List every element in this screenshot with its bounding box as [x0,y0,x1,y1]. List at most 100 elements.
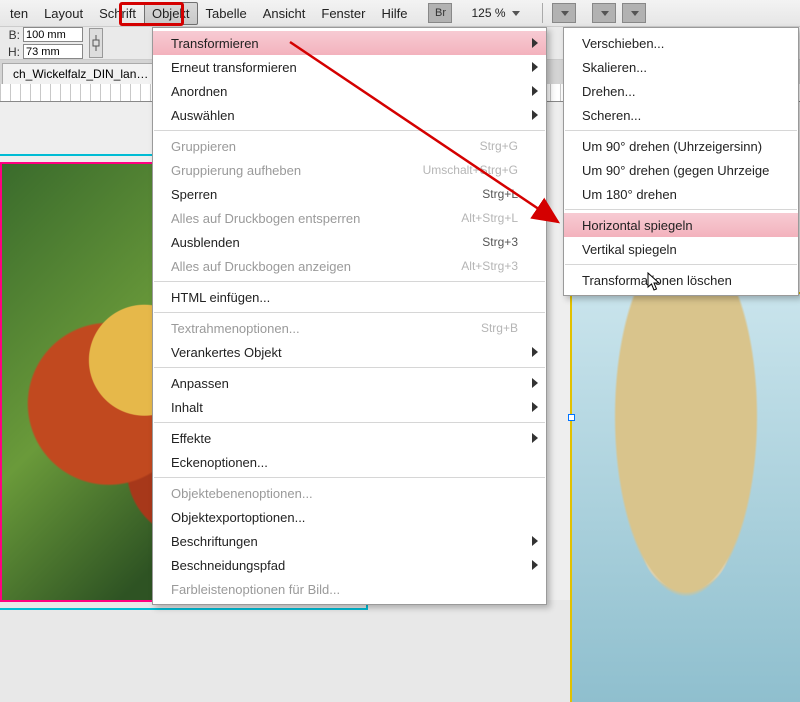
menu-item[interactable]: Skalieren... [564,55,798,79]
menu-item[interactable]: Transformationen löschen [564,268,798,292]
menu-schrift[interactable]: Schrift [91,2,144,25]
menu-item-label: Drehen... [582,84,635,99]
menu-item-shortcut: Strg+3 [482,235,518,249]
transform-submenu: Verschieben... Skalieren... Drehen... Scher… [563,27,799,296]
menu-item[interactable]: Eckenoptionen... [153,450,546,474]
menu-item-label: Alles auf Druckbogen anzeigen [171,259,351,274]
menu-tabelle[interactable]: Tabelle [198,2,255,25]
menu-item-label: Beschneidungspfad [171,558,285,573]
menu-item-label: HTML einfügen... [171,290,270,305]
placed-image-portrait[interactable] [570,292,800,702]
document-tab[interactable]: ch_Wickelfalz_DIN_lang_h [2,63,162,84]
zoom-value: 125 % [471,6,505,20]
screen-mode-icon[interactable] [552,3,576,23]
menu-prev-fragment[interactable]: ten [2,2,36,25]
menu-item: Alles auf Druckbogen entsperren Alt+Strg+… [153,206,546,230]
menu-item-label: Auswählen [171,108,235,123]
view-options-icon[interactable] [592,3,616,23]
menu-item[interactable]: Drehen... [564,79,798,103]
submenu-caret-icon [532,536,538,546]
menu-item[interactable]: Verankertes Objekt [153,340,546,364]
menu-item-label: Effekte [171,431,211,446]
width-input[interactable] [23,27,83,42]
menu-item[interactable]: Inhalt [153,395,546,419]
chevron-down-icon [601,11,609,16]
menu-item[interactable]: Transformieren [153,31,546,55]
menu-item[interactable]: Effekte [153,426,546,450]
menu-item-label: Erneut transformieren [171,60,297,75]
menu-item-label: Inhalt [171,400,203,415]
menu-item-label: Sperren [171,187,217,202]
menu-item-label: Textrahmenoptionen... [171,321,300,336]
submenu-caret-icon [532,560,538,570]
objekt-dropdown: Transformieren Erneut transformieren Anord… [152,27,547,605]
menu-item-label: Anordnen [171,84,227,99]
menu-item[interactable]: Um 90° drehen (gegen Uhrzeige [564,158,798,182]
menu-item-label: Objektebenenoptionen... [171,486,313,501]
menu-item[interactable]: Anordnen [153,79,546,103]
menu-item-shortcut: Umschalt+Strg+G [423,163,518,177]
menu-layout[interactable]: Layout [36,2,91,25]
menu-item: Gruppieren Strg+G [153,134,546,158]
menu-item-label: Objektexportoptionen... [171,510,305,525]
menu-item[interactable]: Um 90° drehen (Uhrzeigersinn) [564,134,798,158]
menu-item[interactable]: Objektexportoptionen... [153,505,546,529]
zoom-select[interactable]: 125 % [471,6,519,20]
menu-item[interactable]: HTML einfügen... [153,285,546,309]
menu-item-label: Eckenoptionen... [171,455,268,470]
submenu-caret-icon [532,110,538,120]
menu-item-label: Ausblenden [171,235,240,250]
menu-item-label: Um 180° drehen [582,187,677,202]
menu-item: Farbleistenoptionen für Bild... [153,577,546,601]
menu-item-label: Verankertes Objekt [171,345,282,360]
menu-item-label: Um 90° drehen (Uhrzeigersinn) [582,139,762,154]
height-input[interactable] [23,44,83,59]
arrange-icon[interactable] [622,3,646,23]
menu-item-shortcut: Strg+B [481,321,518,335]
menu-fenster[interactable]: Fenster [313,2,373,25]
bridge-icon[interactable]: Br [428,3,452,23]
menu-item-label: Skalieren... [582,60,647,75]
menu-item-label: Vertikal spiegeln [582,242,677,257]
menu-item-shortcut: Alt+Strg+L [461,211,518,225]
submenu-caret-icon [532,402,538,412]
submenu-caret-icon [532,62,538,72]
menu-item-label: Horizontal spiegeln [582,218,693,233]
menu-item: Textrahmenoptionen... Strg+B [153,316,546,340]
menu-item-label: Verschieben... [582,36,664,51]
menu-item-shortcut: Strg+G [480,139,518,153]
menu-item[interactable]: Ausblenden Strg+3 [153,230,546,254]
menu-item[interactable]: Auswählen [153,103,546,127]
menu-item[interactable]: Sperren Strg+L [153,182,546,206]
menu-hilfe[interactable]: Hilfe [373,2,415,25]
menu-item[interactable]: Verschieben... [564,31,798,55]
menu-item-label: Beschriftungen [171,534,258,549]
chevron-down-icon [561,11,569,16]
menu-item[interactable]: Um 180° drehen [564,182,798,206]
menu-item-label: Gruppieren [171,139,236,154]
menu-item-label: Transformieren [171,36,259,51]
menu-item[interactable]: Vertikal spiegeln [564,237,798,261]
menu-item-label: Alles auf Druckbogen entsperren [171,211,360,226]
menu-objekt[interactable]: Objekt [144,2,198,25]
menu-item[interactable]: Erneut transformieren [153,55,546,79]
menu-item[interactable]: Beschriftungen [153,529,546,553]
menu-item[interactable]: Anpassen [153,371,546,395]
menu-item[interactable]: Horizontal spiegeln [564,213,798,237]
menu-item[interactable]: Scheren... [564,103,798,127]
chevron-down-icon [512,11,520,16]
width-label: B: [4,28,20,42]
submenu-caret-icon [532,38,538,48]
menu-item-label: Scheren... [582,108,641,123]
menu-item-label: Gruppierung aufheben [171,163,301,178]
chevron-down-icon [631,11,639,16]
menu-ansicht[interactable]: Ansicht [255,2,314,25]
selection-handle[interactable] [568,414,575,421]
link-dimensions-icon[interactable] [89,28,103,58]
menu-item: Alles auf Druckbogen anzeigen Alt+Strg+3 [153,254,546,278]
menu-item[interactable]: Beschneidungspfad [153,553,546,577]
menu-item-shortcut: Strg+L [482,187,518,201]
menu-item-shortcut: Alt+Strg+3 [461,259,518,273]
submenu-caret-icon [532,433,538,443]
menu-item: Objektebenenoptionen... [153,481,546,505]
